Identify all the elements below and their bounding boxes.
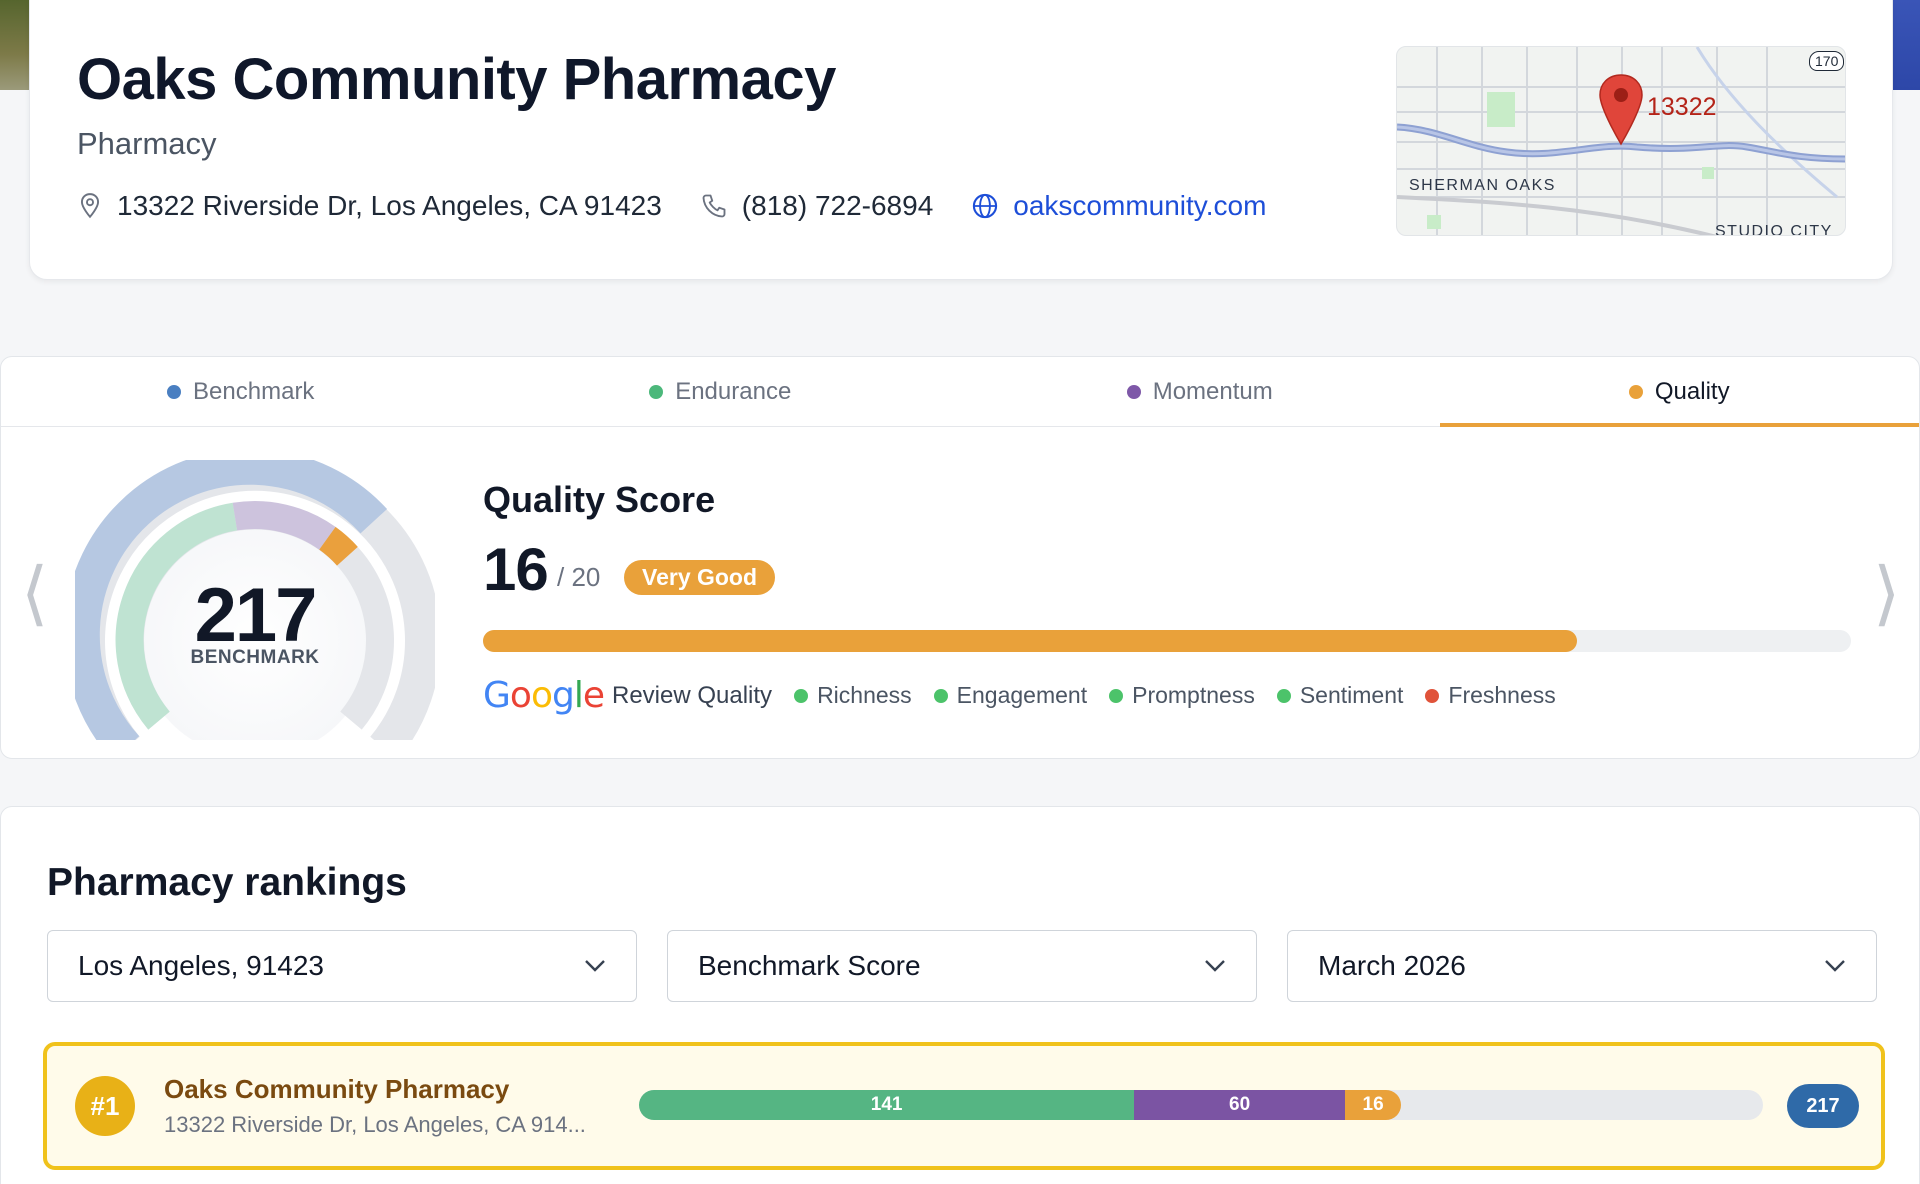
score-segment: 60 xyxy=(1134,1090,1345,1120)
tab-benchmark[interactable]: Benchmark xyxy=(1,357,481,426)
phone-icon xyxy=(702,194,726,218)
location-map[interactable]: 13322 SHERMAN OAKS STUDIO CITY 170 xyxy=(1396,46,1846,236)
ranking-score-bar: 141 60 16 xyxy=(639,1090,1763,1120)
map-pin-label: 13322 xyxy=(1647,93,1717,121)
business-header-card: Oaks Community Pharmacy Pharmacy 13322 R… xyxy=(29,0,1893,280)
background-edge-right xyxy=(1890,0,1920,90)
status-dot-icon xyxy=(1109,688,1124,703)
tab-label: Benchmark xyxy=(193,377,315,405)
route-shield: 170 xyxy=(1809,51,1845,71)
tab-quality[interactable]: Quality xyxy=(1439,357,1920,427)
globe-icon xyxy=(973,193,998,219)
quality-legend: Google Review Quality Richness Engagemen… xyxy=(483,675,1578,716)
chevron-down-icon xyxy=(585,960,605,972)
quality-score-max: / 20 xyxy=(557,562,601,592)
website-link[interactable]: oakscommunity.com xyxy=(1013,190,1266,222)
gauge-inner-quality xyxy=(318,526,358,566)
legend-promptness: Promptness xyxy=(1109,682,1255,709)
quality-score-title: Quality Score xyxy=(483,479,716,520)
gauge-value: 217 xyxy=(194,573,318,658)
status-dot-icon xyxy=(1425,688,1440,703)
map-streets xyxy=(1397,47,1845,235)
review-quality-label: Review Quality xyxy=(612,681,773,709)
location-select[interactable]: Los Angeles, 91423 xyxy=(47,930,637,1002)
tab-label: Endurance xyxy=(675,377,792,405)
rank-badge: #1 xyxy=(75,1076,135,1136)
next-arrow-icon[interactable]: ⟩ xyxy=(1873,552,1900,634)
score-segment: 141 xyxy=(639,1090,1135,1120)
rankings-card: Pharmacy rankings Los Angeles, 91423 Ben… xyxy=(0,806,1920,1184)
map-pin-icon xyxy=(1599,74,1643,146)
gauge-label: BENCHMARK xyxy=(190,647,320,668)
chevron-down-icon xyxy=(1205,960,1225,972)
map-area-label-2: STUDIO CITY xyxy=(1715,223,1833,236)
score-card: Benchmark Endurance Momentum Quality ⟨ ⟩ xyxy=(0,356,1920,759)
ranking-name: Oaks Community Pharmacy xyxy=(164,1074,510,1104)
legend-sentiment: Sentiment xyxy=(1276,682,1404,709)
quality-progress-fill xyxy=(483,630,1578,652)
phone-item[interactable]: (818) 722-6894 xyxy=(700,190,933,222)
tab-endurance[interactable]: Endurance xyxy=(481,357,961,426)
location-pin-icon xyxy=(80,193,100,219)
contact-row: 13322 Riverside Dr, Los Angeles, CA 9142… xyxy=(77,190,1304,222)
map-area-label: SHERMAN OAKS xyxy=(1409,177,1556,194)
metric-select-value: Benchmark Score xyxy=(698,950,921,981)
legend-label: Sentiment xyxy=(1299,682,1404,708)
phone-text: (818) 722-6894 xyxy=(741,190,934,221)
tab-dot-icon xyxy=(1628,384,1643,399)
tab-dot-icon xyxy=(167,384,182,399)
legend-label: Freshness xyxy=(1448,682,1556,708)
ranking-total: 217 xyxy=(1787,1084,1859,1128)
tab-label: Quality xyxy=(1654,377,1730,405)
rating-badge: Very Good xyxy=(624,560,776,595)
quality-progress-track xyxy=(483,630,1851,652)
legend-label: Promptness xyxy=(1132,682,1255,708)
address-text: 13322 Riverside Dr, Los Angeles, CA 9142… xyxy=(117,190,662,221)
rankings-title: Pharmacy rankings xyxy=(47,861,407,904)
background-edge-left xyxy=(0,0,30,90)
legend-label: Richness xyxy=(817,682,912,708)
period-select[interactable]: March 2026 xyxy=(1287,930,1877,1002)
legend-richness: Richness xyxy=(794,682,912,709)
quality-score-value: 16 xyxy=(483,536,549,603)
legend-label: Engagement xyxy=(956,682,1088,708)
business-type: Pharmacy xyxy=(77,126,217,161)
google-logo: Google xyxy=(483,675,605,716)
address-item: 13322 Riverside Dr, Los Angeles, CA 9142… xyxy=(77,190,662,222)
status-dot-icon xyxy=(1276,688,1291,703)
legend-engagement: Engagement xyxy=(933,682,1088,709)
chevron-down-icon xyxy=(1825,960,1845,972)
legend-freshness: Freshness xyxy=(1425,682,1556,709)
status-dot-icon xyxy=(933,688,948,703)
location-select-value: Los Angeles, 91423 xyxy=(78,950,324,981)
prev-arrow-icon[interactable]: ⟨ xyxy=(21,552,48,634)
tab-momentum[interactable]: Momentum xyxy=(960,357,1440,426)
business-name: Oaks Community Pharmacy xyxy=(77,47,836,112)
status-dot-icon xyxy=(794,688,809,703)
website-item[interactable]: oakscommunity.com xyxy=(971,190,1266,222)
tab-dot-icon xyxy=(649,384,664,399)
metric-select[interactable]: Benchmark Score xyxy=(667,930,1257,1002)
score-segment: 16 xyxy=(1345,1090,1402,1120)
period-select-value: March 2026 xyxy=(1318,950,1466,981)
ranking-row[interactable]: #1 Oaks Community Pharmacy 13322 Riversi… xyxy=(43,1042,1885,1170)
tab-label: Momentum xyxy=(1152,377,1273,405)
score-tabs: Benchmark Endurance Momentum Quality xyxy=(1,357,1919,427)
ranking-address: 13322 Riverside Dr, Los Angeles, CA 914.… xyxy=(164,1112,586,1137)
tab-dot-icon xyxy=(1126,384,1141,399)
